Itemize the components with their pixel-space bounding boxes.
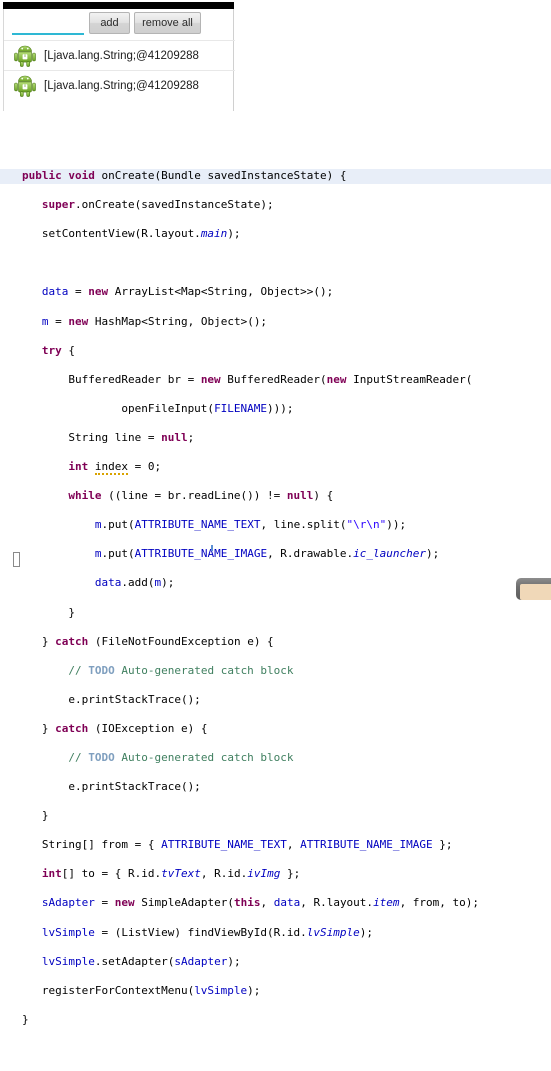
code-line: setContentView(R.layout.main); — [22, 227, 241, 241]
code-line: data = new ArrayList<Map<String, Object>… — [41, 285, 334, 299]
text-input-field[interactable] — [12, 14, 84, 35]
code-line: e.printStackTrace(); — [22, 692, 201, 706]
android-robot-icon — [13, 74, 37, 98]
list-item[interactable]: [Ljava.lang.String;@41209288 — [4, 40, 235, 71]
code-line: try { — [41, 343, 75, 357]
code-line: } — [22, 605, 75, 619]
partial-overlay-inner — [520, 584, 551, 600]
code-line: lvSimple = (ListView) findViewById(R.id.… — [41, 925, 374, 939]
code-line: } — [22, 1012, 29, 1026]
code-line: registerForContextMenu(lvSimple); — [22, 983, 261, 997]
code-line: public void onCreate(Bundle savedInstanc… — [0, 169, 551, 184]
code-line: int index = 0; — [68, 460, 162, 476]
code-line: m = new HashMap<String, Object>(); — [41, 314, 268, 328]
remove-all-button[interactable]: remove all — [134, 12, 201, 34]
code-line: openFileInput(FILENAME))); — [22, 401, 294, 415]
code-line: data.add(m); — [94, 576, 175, 590]
code-line: BufferedReader br = new BufferedReader(n… — [22, 372, 473, 386]
add-button[interactable]: add — [89, 12, 130, 34]
code-line: super.onCreate(savedInstanceState); — [41, 198, 274, 212]
code-block: public void onCreate(Bundle savedInstanc… — [0, 140, 551, 1071]
code-line: while ((line = br.readLine()) != null) { — [68, 489, 334, 503]
code-line: e.printStackTrace(); — [22, 780, 201, 794]
list-item[interactable]: [Ljava.lang.String;@41209288 — [4, 70, 235, 101]
code-line: m.put(ATTRIBUTE_NAME_IMAGE, R.drawable.i… — [94, 547, 440, 561]
android-status-bar — [3, 2, 234, 9]
list-item-label: [Ljava.lang.String;@41209288 — [44, 50, 199, 62]
code-line: sAdapter = new SimpleAdapter(this, data,… — [41, 896, 480, 910]
code-line: // TODO Auto-generated catch block — [68, 663, 294, 677]
text-caret — [13, 552, 20, 567]
code-line: // TODO Auto-generated catch block — [68, 750, 294, 764]
partial-overlay-widget[interactable] — [516, 578, 551, 600]
code-line: String line = null; — [22, 430, 195, 444]
code-line: } catch (FileNotFoundException e) { — [22, 634, 274, 648]
android-robot-icon — [13, 44, 37, 68]
list-item-label: [Ljava.lang.String;@41209288 — [44, 80, 199, 92]
code-line: lvSimple.setAdapter(sAdapter); — [41, 954, 241, 968]
android-app-screen: add remove all [Ljava.lang.String;@41209… — [3, 9, 235, 111]
code-line: m.put(ATTRIBUTE_NAME_TEXT, line.split("\… — [94, 518, 407, 532]
android-emulator-screenshot: add remove all [Ljava.lang.String;@41209… — [0, 0, 237, 113]
code-marker — [211, 545, 213, 551]
java-code-editor[interactable]: public void onCreate(Bundle savedInstanc… — [0, 140, 551, 1026]
code-line: } catch (IOException e) { — [22, 721, 208, 735]
app-controls-row: add remove all — [4, 11, 235, 39]
code-line: String[] from = { ATTRIBUTE_NAME_TEXT, A… — [22, 838, 453, 852]
code-line: } — [22, 809, 49, 823]
code-line: int[] to = { R.id.tvText, R.id.ivImg }; — [41, 867, 301, 881]
